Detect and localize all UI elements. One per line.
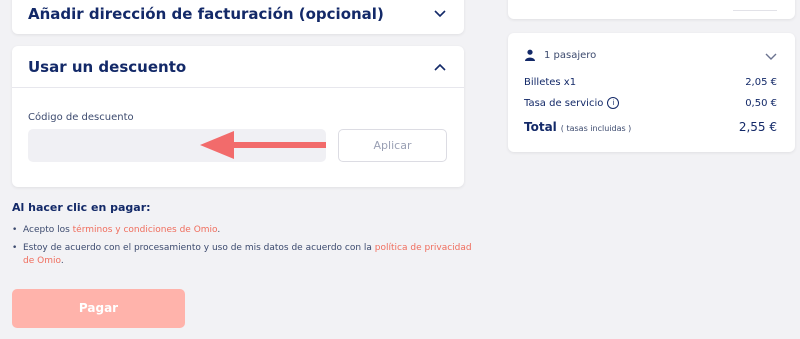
person-icon [525, 49, 535, 61]
terms-list: • Acepto los términos y condiciones de O… [12, 224, 472, 273]
passenger-row[interactable]: 1 pasajero [524, 49, 596, 61]
service-fee-label: Tasa de servicio [524, 98, 604, 109]
passenger-count: 1 pasajero [544, 49, 597, 61]
tickets-row: Billetes x1 2,05 € [524, 77, 777, 88]
terms-item-text: Acepto los [23, 225, 73, 235]
billing-address-title: Añadir dirección de facturación (opciona… [28, 5, 384, 23]
top-card-stub [733, 0, 777, 11]
chevron-down-icon[interactable] [434, 10, 446, 18]
summary-top-card [508, 0, 795, 19]
chevron-up-icon[interactable] [434, 63, 446, 71]
service-fee-value: 0,50 € [745, 97, 777, 109]
terms-title: Al hacer clic en pagar: [12, 201, 151, 214]
total-subtitle: ( tasas incluidas ) [560, 124, 632, 133]
chevron-down-icon[interactable] [765, 53, 777, 61]
total-label: Total [524, 120, 557, 134]
terms-item: • Acepto los términos y condiciones de O… [12, 225, 221, 235]
info-icon[interactable]: i [607, 97, 620, 109]
tickets-value: 2,05 € [745, 77, 777, 88]
tickets-label: Billetes x1 [524, 77, 577, 88]
red-arrow-left [200, 131, 326, 159]
apply-button[interactable]: Aplicar [338, 129, 447, 162]
privacy-item: • Estoy de acuerdo con el procesamiento … [12, 243, 472, 266]
discount-title: Usar un descuento [28, 58, 187, 76]
total-row: Total( tasas incluidas ) 2,55 € [524, 120, 777, 134]
billing-address-card[interactable]: Añadir dirección de facturación (opciona… [12, 0, 464, 34]
service-fee-row: Tasa de servicio i 0,50 € [524, 97, 777, 109]
price-summary-card: 1 pasajero Billetes x1 2,05 € Tasa de se… [508, 33, 795, 152]
discount-card: Usar un descuento Código de descuento Ap… [12, 46, 464, 187]
discount-divider [12, 87, 464, 88]
terms-item-suffix: . [217, 225, 221, 235]
privacy-item-suffix: . [60, 256, 64, 266]
privacy-item-text: Estoy de acuerdo con el procesamiento y … [23, 243, 375, 253]
pay-button[interactable]: Pagar [12, 289, 185, 328]
discount-code-label: Código de descuento [28, 112, 134, 123]
total-value: 2,55 € [738, 120, 777, 134]
terms-link[interactable]: términos y condiciones de Omio [73, 225, 218, 235]
